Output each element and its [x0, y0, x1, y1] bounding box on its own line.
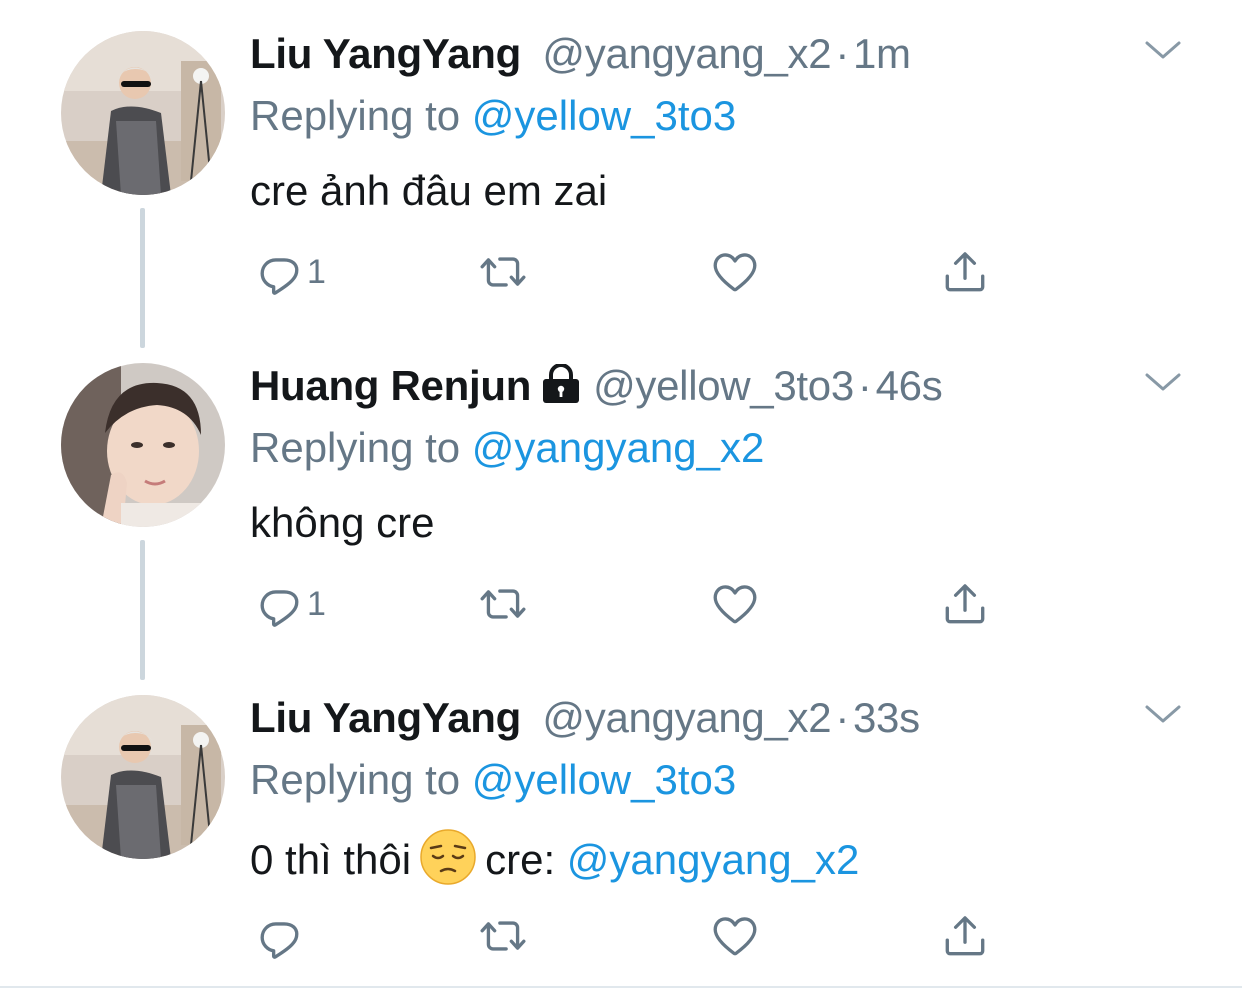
pensive-face-emoji-icon	[419, 828, 477, 886]
replying-to-label: Replying to	[250, 756, 461, 803]
timestamp[interactable]: 1m	[853, 30, 911, 77]
display-name[interactable]: Huang Renjun	[250, 362, 531, 409]
tweet-actions	[250, 908, 1010, 964]
tweet-text-part: cre:	[485, 836, 556, 883]
separator-dot: ·	[857, 362, 872, 409]
like-button[interactable]	[710, 908, 760, 964]
tweet-mention[interactable]: @yangyang_x2	[567, 836, 860, 883]
tweet-text: không cre	[250, 499, 435, 546]
share-icon	[940, 247, 990, 297]
heart-icon	[710, 247, 760, 297]
divider	[0, 986, 1242, 988]
tweet-text: cre ảnh đâu em zai	[250, 167, 608, 214]
tweet-actions: 1	[250, 244, 1010, 300]
replying-to-label: Replying to	[250, 424, 461, 471]
share-icon	[940, 579, 990, 629]
thread-connector-line	[140, 540, 145, 680]
tweet-header: Liu YangYang @yangyang_x2·1m	[250, 28, 911, 80]
thread-connector-line	[140, 208, 145, 348]
chevron-down-icon[interactable]	[1144, 702, 1182, 726]
heart-icon	[710, 579, 760, 629]
reply-count: 1	[307, 252, 326, 291]
reply-count: 1	[307, 584, 326, 623]
retweet-icon	[478, 579, 528, 629]
tweet-text: 0 thì thôi cre: @yangyang_x2	[250, 828, 859, 887]
like-button[interactable]	[710, 244, 760, 300]
share-icon	[940, 911, 990, 961]
replying-to-mention[interactable]: @yangyang_x2	[472, 424, 765, 471]
display-name[interactable]: Liu YangYang	[250, 694, 521, 741]
retweet-icon	[478, 247, 528, 297]
tweet[interactable]: Liu YangYang @yangyang_x2·1m Replying to…	[0, 0, 1242, 348]
reply-button[interactable]	[255, 908, 305, 964]
retweet-button[interactable]	[478, 576, 528, 632]
share-button[interactable]	[940, 576, 990, 632]
reply-icon	[255, 247, 305, 297]
retweet-button[interactable]	[478, 244, 528, 300]
display-name[interactable]: Liu YangYang	[250, 30, 521, 77]
user-handle[interactable]: @yellow_3to3	[593, 362, 854, 409]
retweet-icon	[478, 911, 528, 961]
reply-button[interactable]: 1	[255, 576, 326, 632]
replying-to-line: Replying to @yangyang_x2	[250, 422, 764, 474]
avatar[interactable]	[61, 363, 225, 527]
tweet[interactable]: Huang Renjun @yellow_3to3·46s Replying to…	[0, 332, 1242, 680]
reply-button[interactable]: 1	[255, 244, 326, 300]
tweet-text-part: 0 thì thôi	[250, 836, 412, 883]
reply-icon	[255, 911, 305, 961]
avatar[interactable]	[61, 695, 225, 859]
tweet-header: Huang Renjun @yellow_3to3·46s	[250, 360, 943, 412]
share-button[interactable]	[940, 908, 990, 964]
lock-icon	[539, 364, 583, 404]
separator-dot: ·	[835, 30, 849, 77]
avatar-image	[61, 31, 225, 195]
replying-to-line: Replying to @yellow_3to3	[250, 90, 736, 142]
retweet-button[interactable]	[478, 908, 528, 964]
reply-icon	[255, 579, 305, 629]
avatar-image	[61, 695, 225, 859]
user-handle[interactable]: @yangyang_x2	[542, 30, 831, 77]
like-button[interactable]	[710, 576, 760, 632]
timestamp[interactable]: 33s	[853, 694, 920, 741]
replying-to-label: Replying to	[250, 92, 461, 139]
heart-icon	[710, 911, 760, 961]
separator-dot: ·	[835, 694, 849, 741]
replying-to-mention[interactable]: @yellow_3to3	[472, 756, 736, 803]
tweet-header: Liu YangYang @yangyang_x2·33s	[250, 692, 920, 744]
replying-to-line: Replying to @yellow_3to3	[250, 754, 736, 806]
chevron-down-icon[interactable]	[1144, 370, 1182, 394]
tweet[interactable]: Liu YangYang @yangyang_x2·33s Replying t…	[0, 664, 1242, 996]
replying-to-mention[interactable]: @yellow_3to3	[472, 92, 736, 139]
share-button[interactable]	[940, 244, 990, 300]
avatar-image	[61, 363, 225, 527]
tweet-actions: 1	[250, 576, 1010, 632]
avatar[interactable]	[61, 31, 225, 195]
timestamp[interactable]: 46s	[876, 362, 943, 409]
conversation-thread: Liu YangYang @yangyang_x2·1m Replying to…	[0, 0, 1242, 991]
chevron-down-icon[interactable]	[1144, 38, 1182, 62]
user-handle[interactable]: @yangyang_x2	[542, 694, 831, 741]
